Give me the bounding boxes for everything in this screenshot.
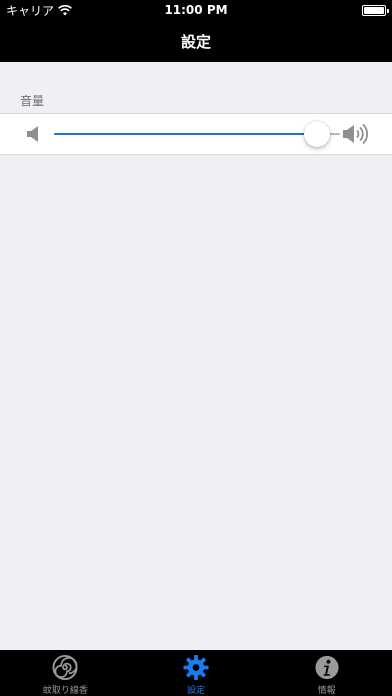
volume-cell xyxy=(0,113,392,155)
tab-settings[interactable]: 設定 xyxy=(131,650,262,696)
slider-fill xyxy=(54,133,318,135)
tab-info[interactable]: 情報 xyxy=(261,650,392,696)
tab-label: 情報 xyxy=(317,686,336,696)
page-title: 設定 xyxy=(180,32,211,51)
section-header-volume: 音量 xyxy=(20,94,45,108)
status-bar: キャリア 11:00 PM xyxy=(0,0,392,20)
speaker-high-icon xyxy=(343,123,369,145)
tab-mosquito-coil[interactable]: 蚊取り線香 xyxy=(0,650,131,696)
navigation-bar: 設定 xyxy=(0,20,392,62)
status-time: 11:00 PM xyxy=(164,3,228,17)
tab-bar: 蚊取り線香 設定 情報 xyxy=(0,650,392,696)
tab-label: 蚊取り線香 xyxy=(42,686,88,696)
spiral-icon xyxy=(52,654,78,681)
info-icon xyxy=(315,655,339,680)
gear-icon xyxy=(183,654,209,681)
speaker-low-icon xyxy=(27,126,38,142)
tab-label: 設定 xyxy=(187,686,206,696)
status-right xyxy=(362,4,389,16)
slider-thumb[interactable] xyxy=(304,121,331,147)
battery-icon xyxy=(362,4,389,16)
volume-slider[interactable] xyxy=(54,120,340,148)
